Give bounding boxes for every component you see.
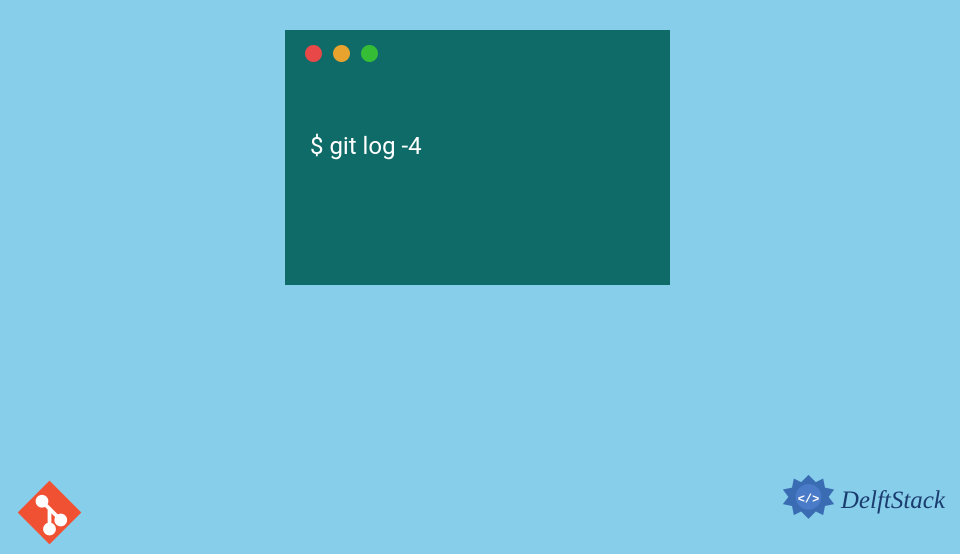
terminal-window: $ git log -4	[285, 30, 670, 285]
terminal-command: $ git log -4	[310, 132, 422, 160]
git-logo-icon	[12, 475, 87, 550]
minimize-icon	[333, 45, 350, 62]
brand-name: DelftStack	[841, 487, 945, 515]
window-controls	[285, 30, 670, 77]
terminal-content: $ git log -4	[285, 77, 670, 160]
delftstack-logo: </> DelftStack	[781, 473, 945, 528]
maximize-icon	[361, 45, 378, 62]
close-icon	[305, 45, 322, 62]
delftstack-emblem-icon: </>	[781, 473, 836, 528]
svg-text:</>: </>	[798, 492, 819, 506]
